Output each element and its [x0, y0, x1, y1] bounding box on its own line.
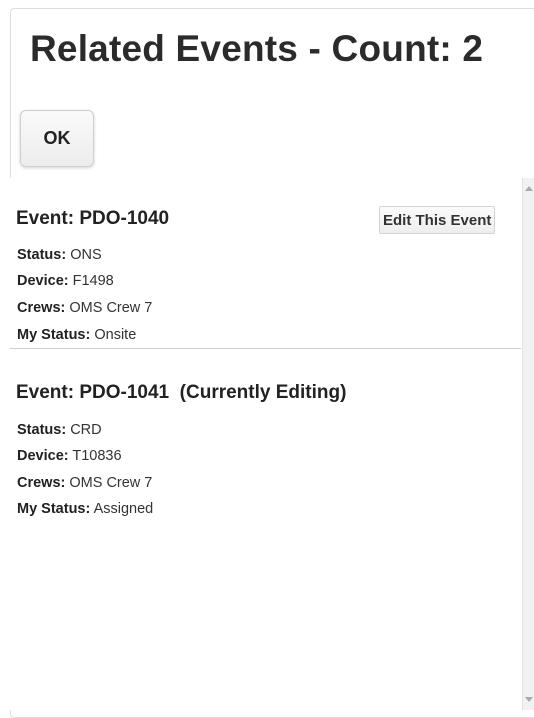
my-status-label: My Status:	[17, 327, 91, 343]
my-status-label: My Status:	[17, 501, 91, 517]
event-status: Status: ONS	[17, 247, 102, 263]
my-status-value: Onsite	[94, 327, 137, 343]
device-label: Device:	[17, 448, 69, 464]
event-device: Device: F1498	[17, 273, 114, 289]
device-label: Device:	[17, 273, 69, 289]
edit-event-button[interactable]: Edit This Event	[379, 206, 496, 234]
my-status-value: Assigned	[93, 501, 154, 517]
crews-label: Crews:	[17, 300, 66, 316]
event-card: Event: PDO-1040 Edit This Event Status: …	[10, 178, 521, 349]
related-events-list[interactable]: Event: PDO-1040 Edit This Event Status: …	[10, 178, 534, 710]
event-title: Event: PDO-1040	[16, 208, 170, 229]
event-card: Event: PDO-1041 (Currently Editing) Stat…	[10, 349, 521, 549]
crews-value: OMS Crew 7	[69, 475, 153, 491]
event-crews: Crews: OMS Crew 7	[17, 300, 152, 316]
page-title: Related Events - Count: 2	[30, 28, 484, 69]
crews-label: Crews:	[17, 475, 66, 491]
ok-button[interactable]: OK	[20, 110, 94, 167]
status-label: Status:	[17, 422, 67, 438]
status-value: ONS	[70, 247, 102, 263]
event-status: Status: CRD	[17, 422, 102, 438]
chevron-down-icon[interactable]	[525, 697, 533, 702]
event-device: Device: T10836	[17, 448, 122, 464]
status-value: CRD	[70, 422, 102, 438]
event-crews: Crews: OMS Crew 7	[17, 475, 152, 491]
crews-value: OMS Crew 7	[69, 300, 153, 316]
device-value: F1498	[72, 273, 114, 289]
event-my-status: My Status: Onsite	[17, 327, 136, 343]
vertical-scrollbar[interactable]	[522, 178, 534, 710]
event-title: Event: PDO-1041 (Currently Editing)	[16, 382, 347, 403]
status-label: Status:	[17, 247, 67, 263]
chevron-up-icon[interactable]	[525, 186, 533, 191]
device-value: T10836	[72, 448, 122, 464]
event-my-status: My Status: Assigned	[17, 501, 153, 517]
